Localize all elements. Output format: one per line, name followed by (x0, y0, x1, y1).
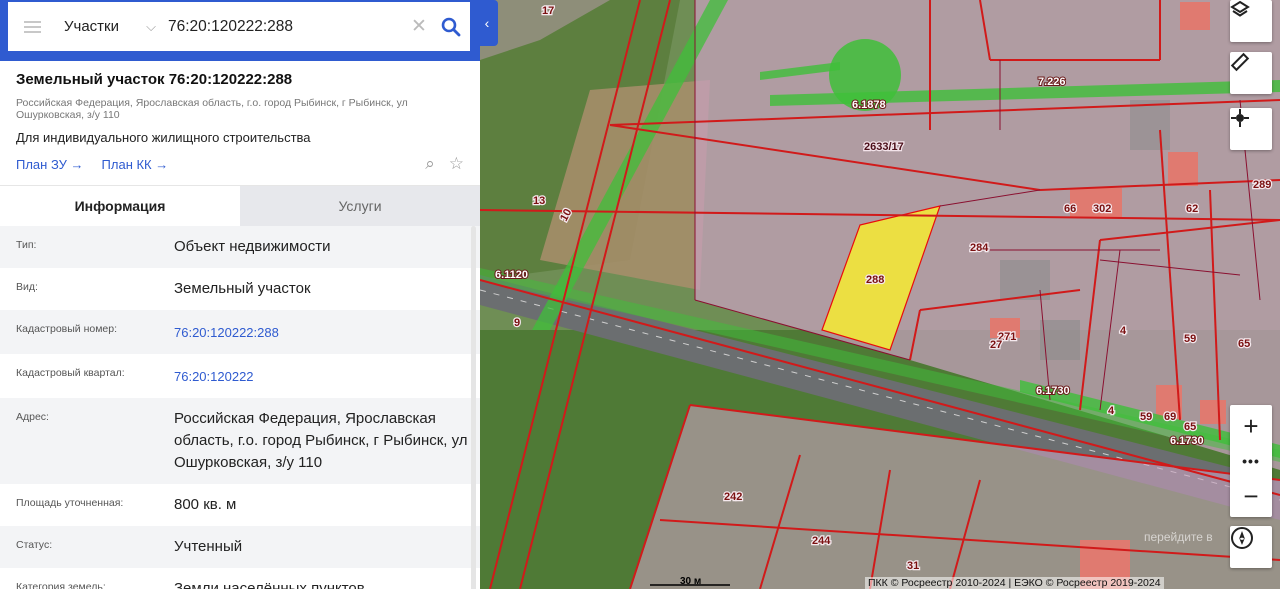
cadastral-number-link[interactable]: 76:20:120222:288 (174, 310, 480, 354)
menu-icon (23, 25, 41, 28)
layers-icon (1230, 0, 1250, 17)
prop-value: Земельный участок (174, 280, 311, 297)
map-label: 27 (990, 339, 1002, 351)
scale-label: 30 м (680, 576, 702, 587)
prop-label: Адрес: (16, 411, 49, 423)
prop-value: Земли населённых пунктов (174, 580, 365, 589)
map-label: 9 (514, 317, 520, 329)
prop-row-status: Статус: Учтенный (0, 526, 480, 568)
map-label: 6.1878 (852, 99, 886, 111)
collapse-panel-button[interactable]: ‹ (476, 0, 498, 46)
map-label: 6.1730 (1036, 385, 1070, 397)
prop-row-area: Площадь уточненная: 800 кв. м (0, 484, 480, 526)
map-label: 289 (1253, 179, 1271, 191)
map-label: 6.1730 (1170, 435, 1204, 447)
map-label: 31 (907, 560, 919, 572)
permitted-use: Для индивидуального жилищного строительс… (16, 130, 311, 145)
zoom-controls: + ••• − (1230, 405, 1272, 517)
map-label: 6.1120 (495, 269, 528, 281)
prop-label: Статус: (16, 539, 53, 551)
more-icon: ••• (1242, 453, 1260, 469)
zoom-out-icon: − (1243, 480, 1259, 511)
zoom-doc-icon[interactable]: ⌕ (425, 154, 435, 174)
more-button[interactable]: ••• (1230, 447, 1272, 475)
map-label: 4 (1120, 325, 1127, 337)
clear-icon[interactable]: ✕ (406, 15, 432, 38)
compass-button[interactable] (1230, 526, 1272, 568)
search-bar: Участки ⌵ ✕ (8, 2, 470, 51)
prop-row-land-category: Категория земель: Земли населённых пункт… (0, 568, 480, 589)
search-header: Участки ⌵ ✕ (0, 0, 480, 61)
map-label: 242 (724, 491, 742, 503)
collapse-icon: ‹ (484, 15, 490, 31)
prop-label: Тип: (16, 239, 37, 251)
map-label: 17 (542, 5, 554, 17)
map-label: 244 (812, 535, 831, 547)
prop-value: Объект недвижимости (174, 238, 331, 255)
crosshair-icon (1231, 109, 1249, 127)
locate-button[interactable] (1230, 108, 1272, 150)
search-button[interactable] (432, 2, 470, 51)
prop-label: Кадастровый номер: (16, 323, 118, 335)
layers-button[interactable] (1230, 0, 1272, 42)
map-label: 288 (866, 274, 884, 286)
search-icon (441, 17, 461, 36)
prop-value: Учтенный (174, 538, 243, 555)
prop-row-type: Тип: Объект недвижимости (0, 226, 480, 268)
tabs: Информация Услуги (0, 185, 480, 226)
tab-services[interactable]: Услуги (240, 186, 480, 226)
star-icon[interactable]: ☆ (449, 154, 464, 174)
map-label: 69 (1164, 411, 1176, 423)
tab-info[interactable]: Информация (0, 186, 240, 226)
map-label: 65 (1184, 421, 1196, 433)
zoom-out-button[interactable]: − (1230, 475, 1272, 517)
map-canvas[interactable]: 17 7.226 6.1878 2633/17 13 10 6.1120 9 2… (480, 0, 1280, 589)
map-attribution: ПКК © Росреестр 2010-2024 | ЕЭКО © Росре… (865, 577, 1164, 589)
map-label: 59 (1140, 411, 1152, 423)
info-panel: Участки ⌵ ✕ Земельный участок 76:20:1202… (0, 0, 480, 589)
prop-label: Категория земель: (16, 581, 106, 589)
prop-label: Вид: (16, 281, 38, 293)
menu-button[interactable] (8, 2, 56, 51)
map-label: 302 (1093, 203, 1111, 215)
map-label: 2633/17 (864, 141, 904, 153)
map-label: 4 (1108, 405, 1115, 417)
cadastral-map[interactable]: 17 7.226 6.1878 2633/17 13 10 6.1120 9 2… (480, 0, 1280, 589)
prop-row-cadastral-quarter: Кадастровый квартал: 76:20:120222 (0, 354, 480, 398)
prop-value: Российская Федерация, Ярославская област… (174, 410, 468, 471)
ruler-icon (1230, 52, 1250, 72)
search-input[interactable] (162, 6, 406, 47)
prop-value: 800 кв. м (174, 496, 237, 513)
chevron-down-icon[interactable]: ⌵ (140, 19, 162, 35)
plan-kk-link[interactable]: План КК → (102, 157, 169, 172)
object-header: Земельный участок 76:20:120222:288 Росси… (0, 61, 480, 174)
scrollbar[interactable] (471, 226, 476, 589)
app-root: 17 7.226 6.1878 2633/17 13 10 6.1120 9 2… (0, 0, 1280, 589)
map-label: 62 (1186, 203, 1198, 215)
map-watermark: перейдите в (1144, 530, 1213, 544)
prop-row-kind: Вид: Земельный участок (0, 268, 480, 310)
plan-links: План ЗУ → План КК → ⌕ ☆ (16, 154, 464, 174)
object-address: Российская Федерация, Ярославская област… (16, 97, 408, 121)
compass-icon (1231, 527, 1253, 549)
cadastral-quarter-link[interactable]: 76:20:120222 (174, 354, 480, 398)
header-actions: ⌕ ☆ (425, 154, 464, 174)
map-label: 59 (1184, 333, 1196, 345)
zoom-in-button[interactable]: + (1230, 405, 1272, 447)
properties-list: Тип: Объект недвижимости Вид: Земельный … (0, 226, 480, 589)
map-label: 13 (533, 195, 545, 207)
prop-label: Площадь уточненная: (16, 497, 124, 509)
map-label: 7.226 (1038, 76, 1066, 88)
prop-row-address: Адрес: Российская Федерация, Ярославская… (0, 398, 480, 484)
search-category-select[interactable]: Участки (56, 18, 140, 35)
map-label: 66 (1064, 203, 1076, 215)
zoom-in-icon: + (1243, 410, 1259, 441)
map-label: 65 (1238, 338, 1250, 350)
plan-zu-link[interactable]: План ЗУ → (16, 157, 84, 172)
prop-row-cadastral-number: Кадастровый номер: 76:20:120222:288 (0, 310, 480, 354)
object-title: Земельный участок 76:20:120222:288 (16, 71, 293, 88)
ruler-button[interactable] (1230, 52, 1272, 94)
prop-label: Кадастровый квартал: (16, 367, 125, 379)
map-label: 284 (970, 242, 989, 254)
